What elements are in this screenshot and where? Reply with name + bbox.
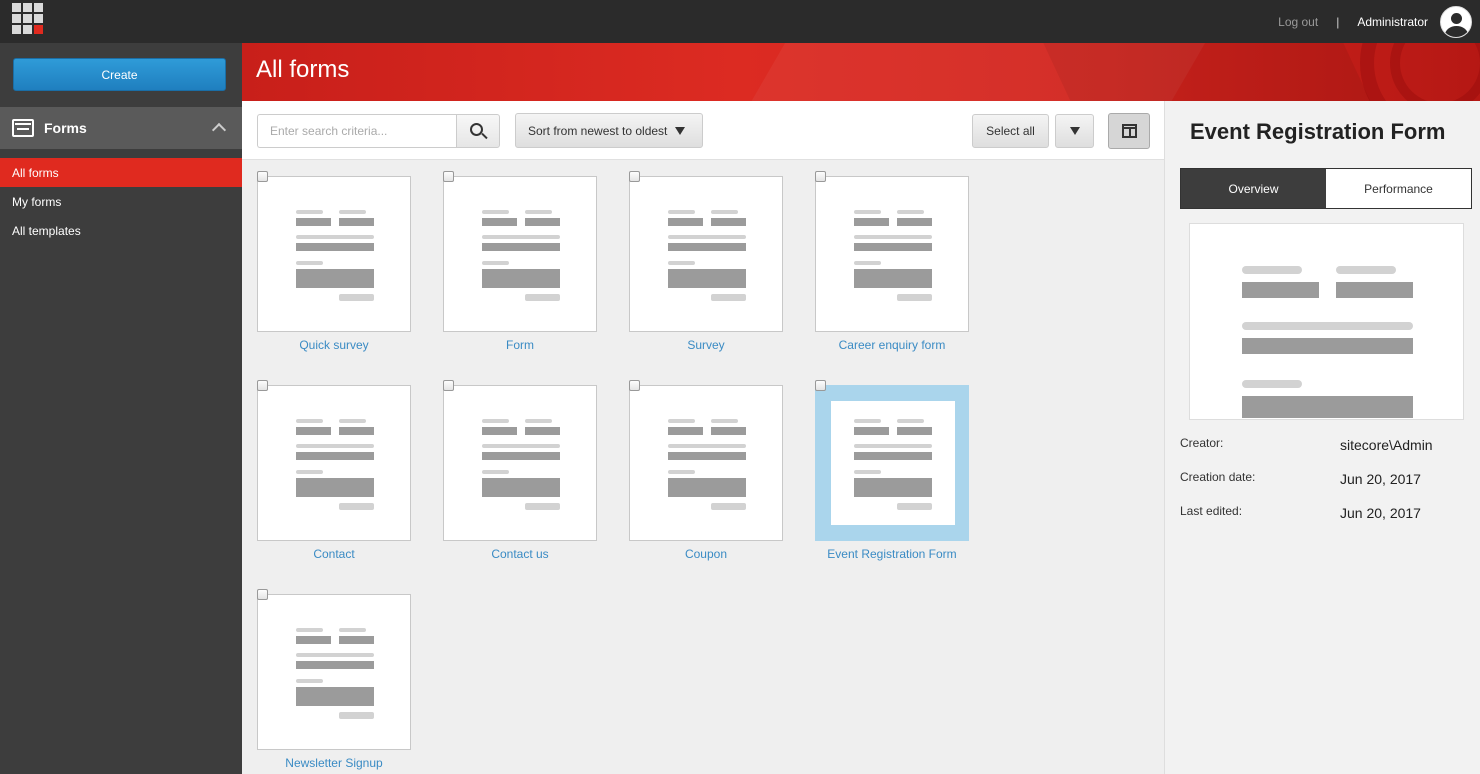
search-button[interactable] (456, 114, 500, 148)
form-thumbnail[interactable] (443, 385, 597, 541)
form-preview (1189, 223, 1464, 420)
form-name-link[interactable]: Form (443, 338, 597, 352)
select-options-button[interactable] (1055, 114, 1094, 148)
form-name-link[interactable]: Contact (257, 547, 411, 561)
tab-overview[interactable]: Overview (1181, 169, 1326, 208)
form-checkbox[interactable] (443, 380, 454, 391)
form-thumbnail[interactable] (815, 176, 969, 332)
form-card[interactable]: Newsletter Signup (257, 579, 411, 770)
caret-down-icon (1069, 127, 1080, 135)
form-name-link[interactable]: Contact us (443, 547, 597, 561)
tab-performance[interactable]: Performance (1326, 169, 1471, 208)
separator: | (1336, 14, 1340, 29)
details-tabs: Overview Performance (1180, 168, 1472, 209)
form-preview-placeholder (854, 210, 932, 302)
form-preview-placeholder (296, 210, 374, 302)
form-preview-placeholder (482, 419, 560, 511)
form-thumbnail[interactable] (629, 176, 783, 332)
form-checkbox[interactable] (629, 171, 640, 182)
form-card[interactable]: Form (443, 161, 597, 352)
sidebar-item-all-templates[interactable]: All templates (0, 216, 242, 245)
caret-down-icon (675, 126, 686, 135)
form-thumbnail[interactable] (257, 385, 411, 541)
forms-icon (12, 119, 34, 137)
forms-section-header[interactable]: Forms (0, 107, 242, 149)
form-thumbnail[interactable] (257, 176, 411, 332)
logout-link[interactable]: Log out (1278, 15, 1318, 29)
sidebar-item-all-forms[interactable]: All forms (0, 158, 242, 187)
form-card[interactable]: Quick survey (257, 161, 411, 352)
last-edited-value: Jun 20, 2017 (1340, 505, 1421, 521)
form-preview-placeholder (854, 419, 932, 511)
sidebar-nav: All forms My forms All templates (0, 158, 242, 245)
form-checkbox[interactable] (257, 380, 268, 391)
user-name[interactable]: Administrator (1357, 15, 1428, 29)
creation-date-value: Jun 20, 2017 (1340, 471, 1421, 487)
sidebar: Create Forms All forms My forms All temp… (0, 43, 242, 774)
form-checkbox[interactable] (257, 589, 268, 600)
app-launcher-icon[interactable] (12, 3, 44, 35)
creator-value: sitecore\Admin (1340, 437, 1433, 453)
details-panel-toggle[interactable] (1108, 113, 1150, 149)
form-thumbnail[interactable] (629, 385, 783, 541)
form-card[interactable]: Contact (257, 370, 411, 561)
creator-label: Creator: (1180, 436, 1224, 450)
form-preview-placeholder (668, 419, 746, 511)
user-area: Log out | Administrator (1278, 0, 1480, 43)
form-preview-placeholder (296, 628, 374, 720)
form-card[interactable]: Career enquiry form (815, 161, 969, 352)
page-header: All forms (242, 43, 1480, 101)
section-title: Forms (44, 120, 87, 136)
form-preview-placeholder (482, 210, 560, 302)
form-checkbox[interactable] (629, 380, 640, 391)
avatar[interactable] (1440, 5, 1472, 38)
form-thumbnail[interactable] (815, 385, 969, 541)
details-panel: Event Registration Form Overview Perform… (1164, 101, 1480, 774)
form-preview-placeholder (668, 210, 746, 302)
last-edited-label: Last edited: (1180, 504, 1243, 518)
form-card[interactable]: Survey (629, 161, 783, 352)
details-title: Event Registration Form (1190, 119, 1446, 144)
form-card[interactable]: Event Registration Form (815, 370, 969, 561)
creation-date-label: Creation date: (1180, 470, 1256, 484)
panel-layout-icon (1121, 124, 1137, 138)
form-checkbox[interactable] (815, 380, 826, 391)
page-title: All forms (256, 56, 350, 83)
form-checkbox[interactable] (257, 171, 268, 182)
search-icon (470, 123, 483, 136)
form-name-link[interactable]: Career enquiry form (815, 338, 969, 352)
toolbar: Enter search criteria... Sort from newes… (242, 101, 1164, 160)
top-bar: Log out | Administrator (0, 0, 1480, 43)
search-input[interactable]: Enter search criteria... (257, 114, 457, 148)
form-checkbox[interactable] (443, 171, 454, 182)
form-name-link[interactable]: Coupon (629, 547, 783, 561)
sort-dropdown[interactable]: Sort from newest to oldest (515, 113, 703, 148)
form-name-link[interactable]: Survey (629, 338, 783, 352)
form-name-link[interactable]: Newsletter Signup (257, 756, 411, 770)
chevron-up-icon[interactable] (211, 122, 227, 138)
form-card[interactable]: Contact us (443, 370, 597, 561)
form-preview-placeholder (296, 419, 374, 511)
form-name-link[interactable]: Quick survey (257, 338, 411, 352)
select-all-button[interactable]: Select all (972, 114, 1049, 148)
form-name-link[interactable]: Event Registration Form (815, 547, 969, 561)
form-thumbnail[interactable] (257, 594, 411, 750)
sidebar-item-my-forms[interactable]: My forms (0, 187, 242, 216)
create-button[interactable]: Create (13, 58, 226, 91)
sort-label: Sort from newest to oldest (528, 123, 668, 138)
form-thumbnail[interactable] (443, 176, 597, 332)
form-checkbox[interactable] (815, 171, 826, 182)
form-card[interactable]: Coupon (629, 370, 783, 561)
main-content: Enter search criteria... Sort from newes… (242, 101, 1164, 774)
